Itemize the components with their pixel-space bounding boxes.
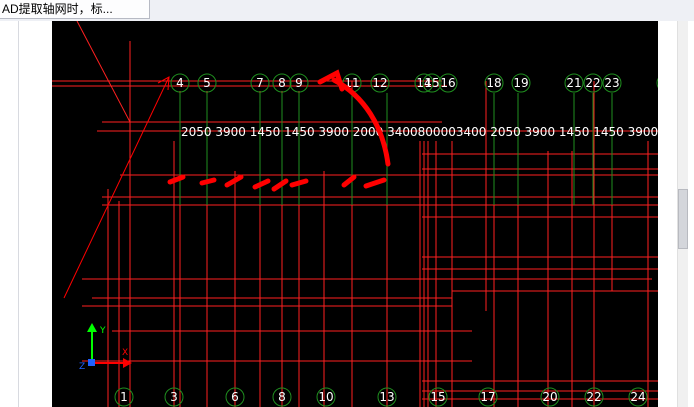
ucs-x-label: X: [122, 348, 128, 358]
svg-text:3: 3: [170, 390, 178, 404]
axis-bubble-bottom: 13: [377, 387, 397, 407]
svg-text:10: 10: [318, 390, 333, 404]
axis-bubble-bottom: 17: [478, 387, 498, 407]
svg-text:20: 20: [542, 390, 557, 404]
axis-bubble-top: 22: [583, 73, 603, 93]
scrollbar-thumb[interactable]: [678, 189, 688, 249]
axis-bubble-top: 8: [272, 73, 292, 93]
left-panel: [0, 21, 52, 407]
cad-drawing-canvas[interactable]: 4578911121415161819212223251368101315172…: [52, 21, 658, 407]
svg-text:1: 1: [120, 390, 128, 404]
axis-bubble-bottom: 6: [225, 387, 245, 407]
svg-text:17: 17: [480, 390, 495, 404]
axis-bubble-top: 9: [289, 73, 309, 93]
cad-drawing-svg: 4578911121415161819212223251368101315172…: [52, 21, 658, 407]
svg-text:12: 12: [372, 76, 387, 90]
vertical-scrollbar[interactable]: [658, 21, 694, 407]
svg-text:15: 15: [424, 76, 439, 90]
axis-bubble-top: 19: [511, 73, 531, 93]
svg-text:6: 6: [231, 390, 239, 404]
svg-text:24: 24: [630, 390, 645, 404]
svg-text:22: 22: [585, 76, 600, 90]
svg-text:9: 9: [295, 76, 303, 90]
axis-bubble-top: 16: [438, 73, 458, 93]
svg-text:18: 18: [486, 76, 501, 90]
axis-bubble-bottom: 10: [316, 387, 336, 407]
svg-text:13: 13: [379, 390, 394, 404]
svg-text:23: 23: [604, 76, 619, 90]
axis-bubble-bottom: 15: [428, 387, 448, 407]
axis-bubble-top: 15: [422, 73, 442, 93]
ucs-icon: Y X Z: [79, 323, 132, 372]
axis-bubble-top: 7: [250, 73, 270, 93]
red-annotation-arrow: [63, 76, 170, 299]
svg-text:7: 7: [256, 76, 264, 90]
document-tab[interactable]: AD提取轴网时，标...: [0, 0, 150, 19]
svg-text:15: 15: [430, 390, 445, 404]
axis-bubble-bottom: 8: [272, 387, 292, 407]
axis-bubble-top: 5: [197, 73, 217, 93]
svg-text:22: 22: [586, 390, 601, 404]
axis-bubble-top: 4: [170, 73, 190, 93]
axis-bubble-top: 21: [564, 73, 584, 93]
axis-bubble-bottom: 24: [628, 387, 648, 407]
axis-bubble-bottom: 22: [584, 387, 604, 407]
svg-text:8: 8: [278, 390, 286, 404]
ucs-z-label: Z: [79, 362, 85, 372]
axis-bubble-top: 23: [602, 73, 622, 93]
svg-text:5: 5: [203, 76, 211, 90]
svg-text:16: 16: [440, 76, 455, 90]
dimension-text-row: 2050 3900 1450 1450 3900 2000 3400800003…: [181, 125, 658, 139]
ucs-y-label: Y: [99, 326, 106, 336]
svg-text:4: 4: [176, 76, 184, 90]
axis-bubble-top: 18: [484, 73, 504, 93]
axis-bubble-top: 12: [370, 73, 390, 93]
svg-text:21: 21: [566, 76, 581, 90]
tab-bar: AD提取轴网时，标...: [0, 0, 694, 22]
panel-divider: [18, 21, 19, 407]
svg-text:19: 19: [513, 76, 528, 90]
axis-bubble-bottom: 20: [540, 387, 560, 407]
svg-text:8: 8: [278, 76, 286, 90]
